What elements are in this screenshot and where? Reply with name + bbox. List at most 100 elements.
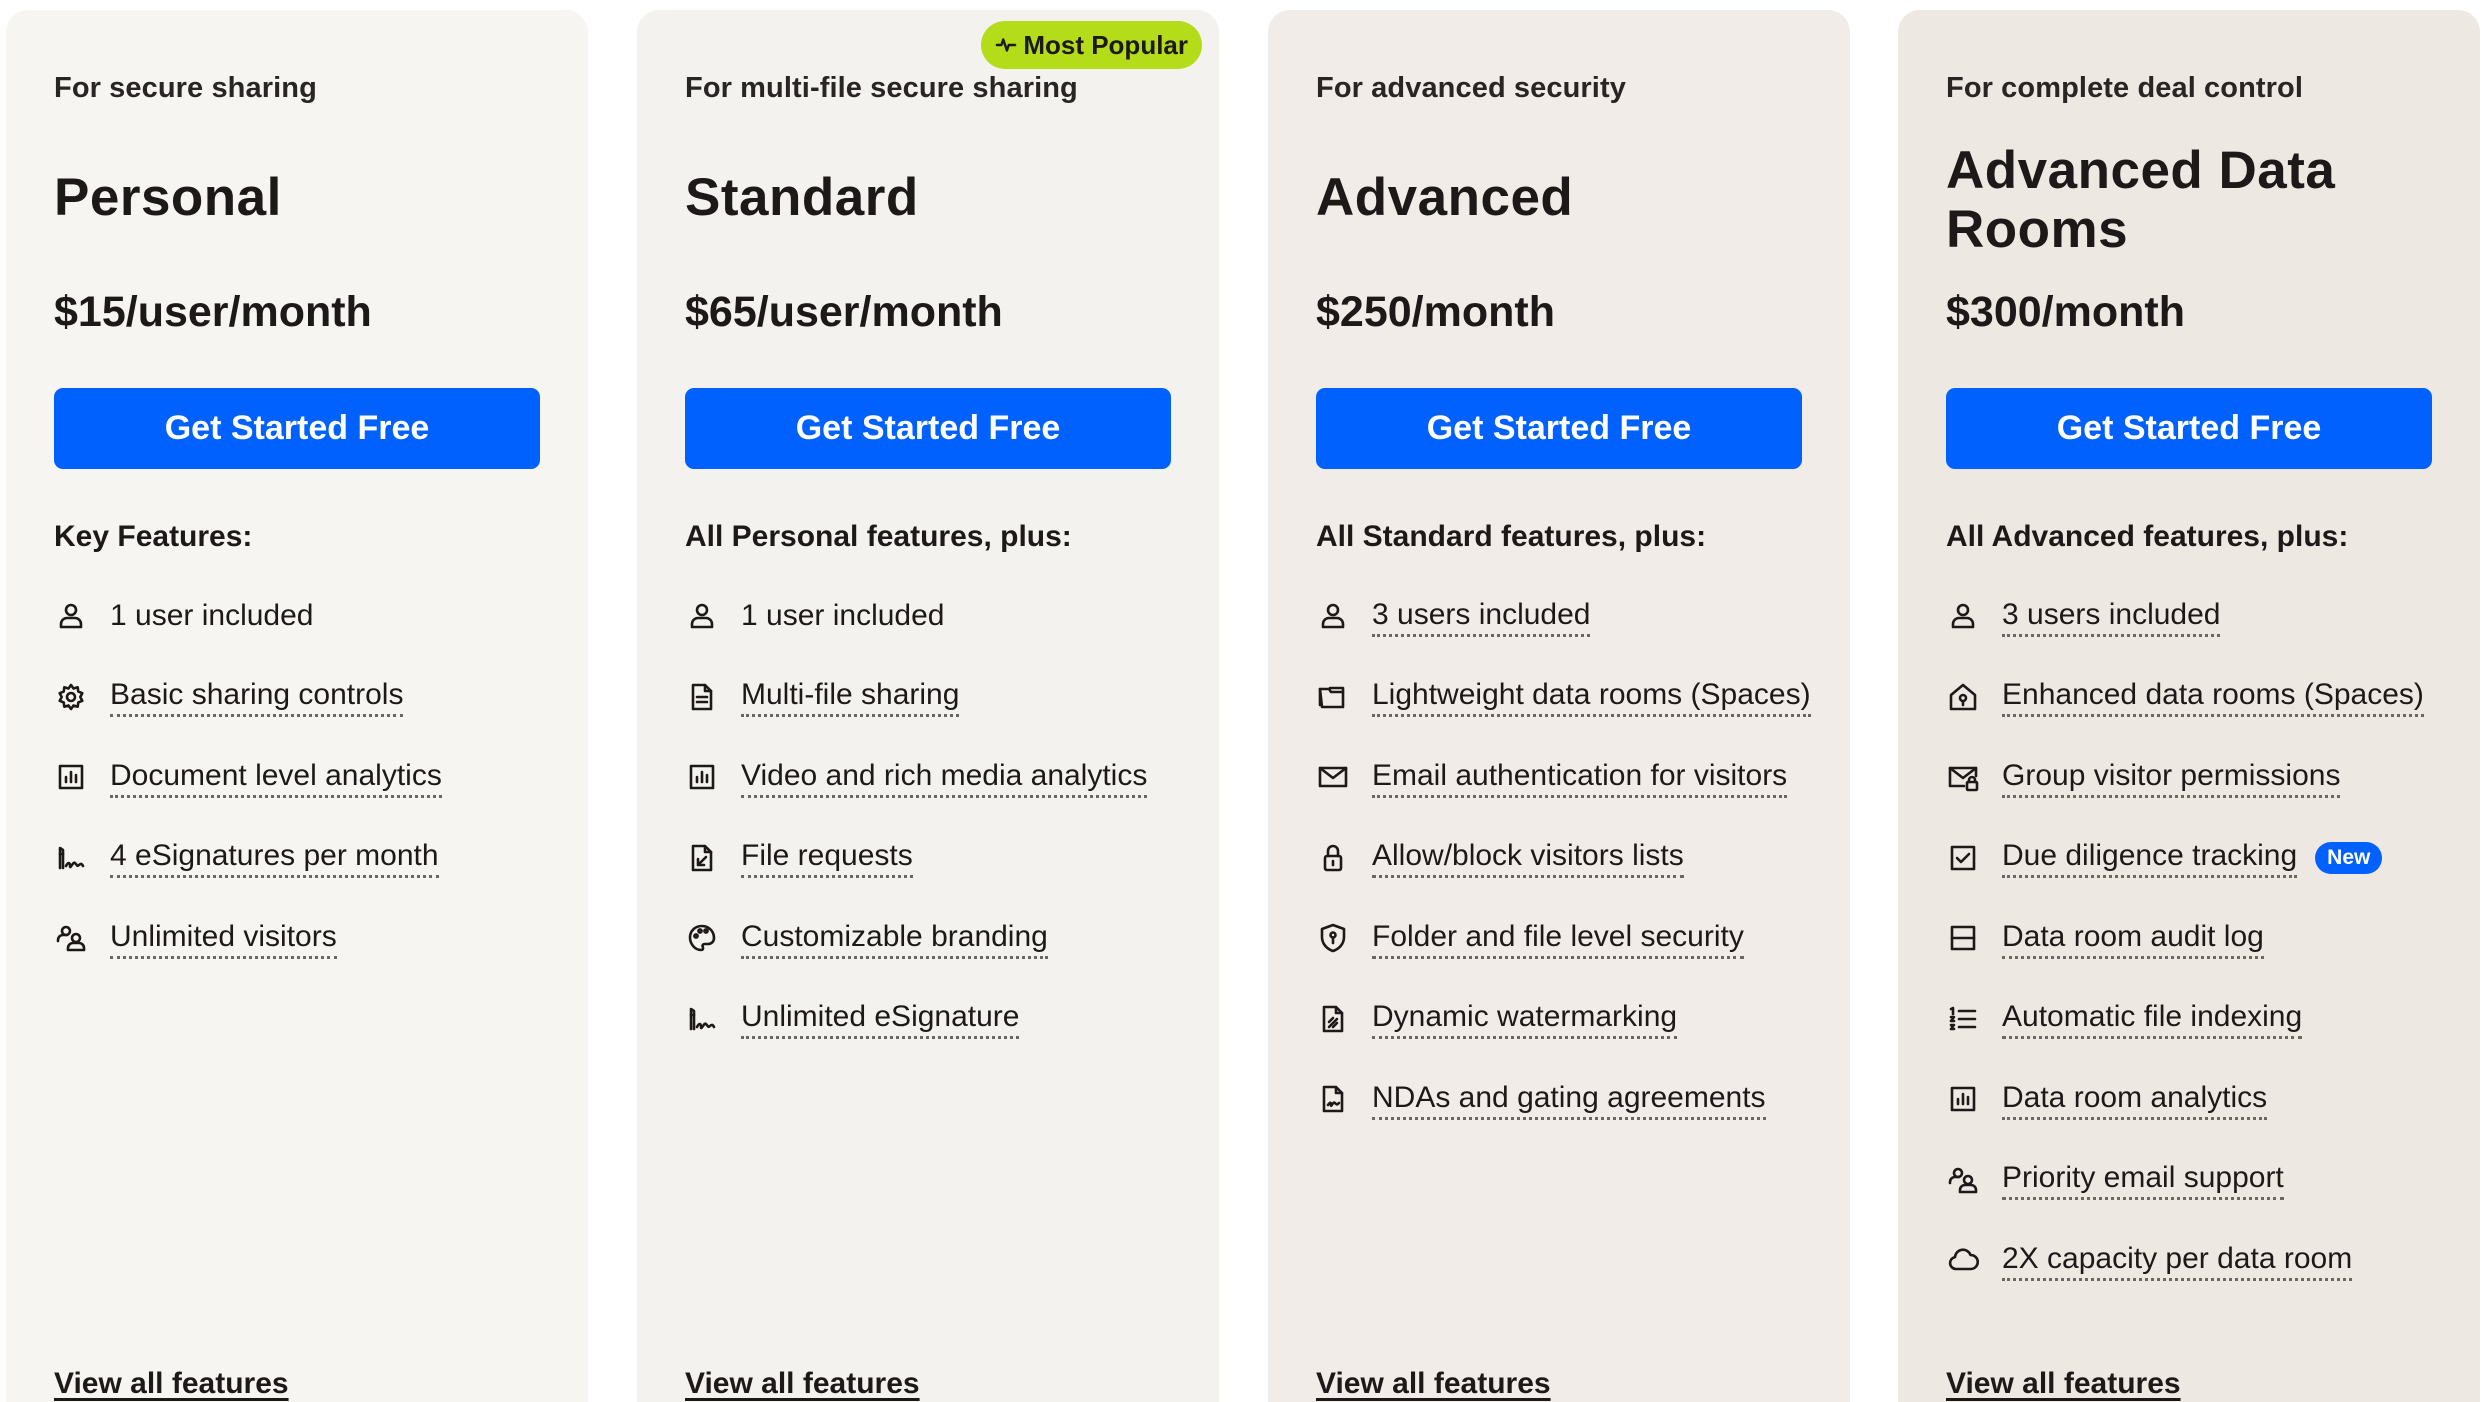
feature-label[interactable]: Lightweight data rooms (Spaces) — [1372, 676, 1811, 718]
plan-tagline: For advanced security — [1316, 72, 1626, 104]
feature-item: Email authentication for visitors — [1316, 737, 1840, 818]
feature-item: 1 user included — [685, 576, 1209, 657]
feature-item: Unlimited visitors — [54, 898, 578, 979]
feature-label[interactable]: Folder and file level security — [1372, 918, 1744, 959]
feature-list: 1 user included Multi-file sharing Video a… — [685, 576, 1209, 1059]
folder-icon — [1316, 680, 1350, 714]
feature-item: NDAs and gating agreements — [1316, 1059, 1840, 1140]
feature-label[interactable]: Customizable branding — [741, 918, 1048, 959]
feature-label[interactable]: Basic sharing controls — [110, 676, 404, 718]
feature-label[interactable]: Automatic file indexing — [2002, 998, 2303, 1040]
plan-tagline: For secure sharing — [54, 72, 317, 104]
nda-icon — [1316, 1082, 1350, 1116]
feature-label[interactable]: Enhanced data rooms (Spaces) — [2002, 676, 2424, 718]
feature-label[interactable]: 3 users included — [2002, 596, 2221, 637]
feature-label[interactable]: Due diligence tracking — [2002, 837, 2298, 879]
user-icon — [54, 599, 88, 633]
feature-label[interactable]: Unlimited eSignature — [741, 998, 1020, 1040]
lock-icon — [1316, 841, 1350, 875]
feature-label[interactable]: 3 users included — [1372, 596, 1591, 637]
feature-item: Group visitor permissions — [1946, 737, 2470, 818]
feature-label[interactable]: Data room audit log — [2002, 918, 2264, 959]
plan-name: Advanced — [1316, 168, 1574, 227]
feature-item: Enhanced data rooms (Spaces) — [1946, 657, 2470, 738]
view-all-features-link[interactable]: View all features — [1316, 1367, 1551, 1401]
plan-card-standard: Most Popular For multi-file secure shari… — [637, 10, 1219, 1402]
users-icon — [54, 921, 88, 955]
feature-item: Lightweight data rooms (Spaces) — [1316, 657, 1840, 738]
feature-label[interactable]: Allow/block visitors lists — [1372, 837, 1684, 879]
palette-icon — [685, 921, 719, 955]
feature-item: 2X capacity per data room — [1946, 1220, 2470, 1301]
new-badge: New — [2315, 841, 2383, 874]
feature-item: Automatic file indexing — [1946, 979, 2470, 1060]
feature-label[interactable]: File requests — [741, 837, 913, 879]
feature-list: 1 user included Basic sharing controls Doc… — [54, 576, 578, 979]
bar-chart-icon — [685, 760, 719, 794]
plan-card-personal: For secure sharing Personal $15/user/mon… — [6, 10, 588, 1402]
cloud-icon — [1946, 1243, 1980, 1277]
feature-label[interactable]: 2X capacity per data room — [2002, 1240, 2353, 1281]
feature-item: File requests — [685, 818, 1209, 899]
numbered-list-icon — [1946, 1002, 1980, 1036]
get-started-button[interactable]: Get Started Free — [1946, 388, 2432, 469]
users-icon — [1946, 1163, 1980, 1197]
features-heading: Key Features: — [54, 520, 253, 553]
plan-name: Standard — [685, 168, 919, 227]
feature-label[interactable]: Unlimited visitors — [110, 918, 337, 959]
plan-tagline: For multi-file secure sharing — [685, 72, 1078, 104]
envelope-lock-icon — [1946, 760, 1980, 794]
feature-item: Dynamic watermarking — [1316, 979, 1840, 1060]
plan-price: $65/user/month — [685, 288, 1003, 336]
feature-label[interactable]: Group visitor permissions — [2002, 757, 2341, 798]
shield-icon — [1316, 921, 1350, 955]
get-started-button[interactable]: Get Started Free — [1316, 388, 1802, 469]
feature-item: Video and rich media analytics — [685, 737, 1209, 818]
checkbox-icon — [1946, 841, 1980, 875]
bar-chart-icon — [1946, 1082, 1980, 1116]
feature-label[interactable]: Video and rich media analytics — [741, 757, 1148, 798]
feature-list: 3 users included Lightweight data rooms (… — [1316, 576, 1840, 1140]
features-heading: All Advanced features, plus: — [1946, 520, 2349, 553]
feature-label[interactable]: NDAs and gating agreements — [1372, 1079, 1766, 1120]
feature-item: Unlimited eSignature — [685, 979, 1209, 1060]
pricing-plans: For secure sharing Personal $15/user/mon… — [0, 0, 2486, 1402]
feature-label[interactable]: Priority email support — [2002, 1159, 2284, 1201]
feature-label[interactable]: Email authentication for visitors — [1372, 757, 1788, 798]
view-all-features-link[interactable]: View all features — [685, 1367, 920, 1401]
feature-item: Data room analytics — [1946, 1059, 2470, 1140]
feature-item: 3 users included — [1946, 576, 2470, 657]
most-popular-badge: Most Popular — [981, 21, 1202, 69]
plan-price: $300/month — [1946, 288, 2185, 336]
document-icon — [685, 680, 719, 714]
plan-name: Personal — [54, 168, 282, 227]
view-all-features-link[interactable]: View all features — [1946, 1367, 2181, 1401]
feature-item: 1 user included — [54, 576, 578, 657]
feature-item: 3 users included — [1316, 576, 1840, 657]
pulse-icon — [995, 38, 1017, 52]
signature-icon — [685, 1002, 719, 1036]
feature-label[interactable]: 4 eSignatures per month — [110, 837, 439, 879]
feature-label[interactable]: Data room analytics — [2002, 1079, 2268, 1120]
feature-item: Customizable branding — [685, 898, 1209, 979]
plan-card-advanced-data-rooms: For complete deal control Advanced Data … — [1898, 10, 2480, 1402]
audit-log-icon — [1946, 921, 1980, 955]
feature-item: Data room audit log — [1946, 898, 2470, 979]
feature-label[interactable]: Dynamic watermarking — [1372, 998, 1678, 1040]
data-room-icon — [1946, 680, 1980, 714]
feature-item: Allow/block visitors lists — [1316, 818, 1840, 899]
get-started-button[interactable]: Get Started Free — [54, 388, 540, 469]
feature-label[interactable]: Document level analytics — [110, 757, 442, 798]
user-icon — [1316, 599, 1350, 633]
view-all-features-link[interactable]: View all features — [54, 1367, 289, 1401]
feature-item: Due diligence tracking New — [1946, 818, 2470, 899]
feature-label: 1 user included — [741, 599, 945, 633]
feature-item: Multi-file sharing — [685, 657, 1209, 738]
user-icon — [1946, 599, 1980, 633]
plan-tagline: For complete deal control — [1946, 72, 2303, 104]
get-started-button[interactable]: Get Started Free — [685, 388, 1171, 469]
feature-item: 4 eSignatures per month — [54, 818, 578, 899]
feature-item: Folder and file level security — [1316, 898, 1840, 979]
plan-card-advanced: For advanced security Advanced $250/mont… — [1268, 10, 1850, 1402]
feature-label[interactable]: Multi-file sharing — [741, 676, 960, 718]
